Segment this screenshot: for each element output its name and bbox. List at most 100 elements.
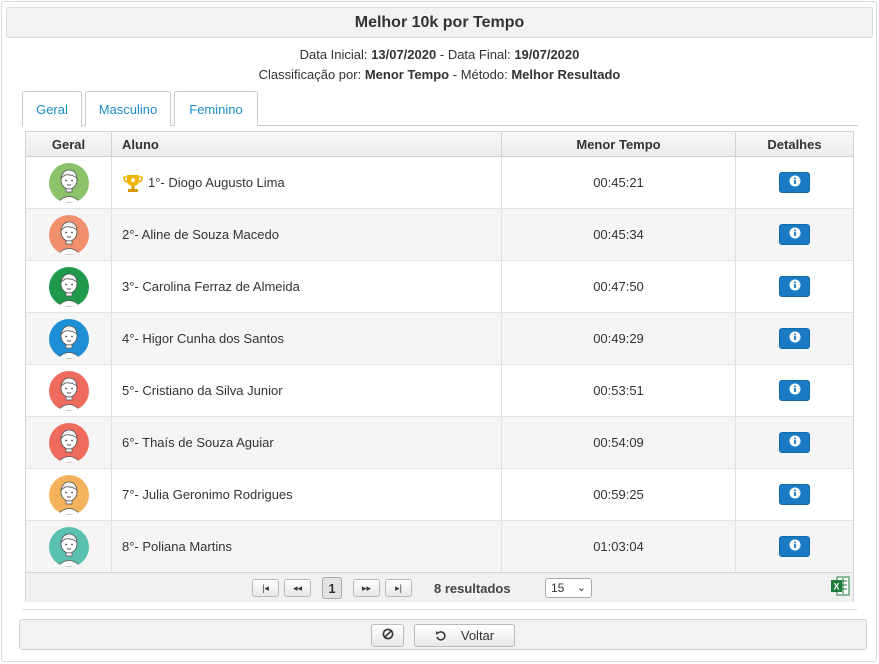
metodo-value: Melhor Resultado [511, 67, 621, 82]
menor-tempo-value: 00:45:34 [593, 227, 644, 242]
tempo-cell: 00:45:21 [502, 157, 736, 208]
details-button[interactable] [779, 172, 810, 193]
page-title: Melhor 10k por Tempo [6, 7, 873, 38]
geral-cell [26, 261, 112, 312]
menor-tempo-value: 00:59:25 [593, 487, 644, 502]
avatar [48, 474, 89, 515]
tempo-cell: 01:03:04 [502, 521, 736, 572]
geral-cell [26, 209, 112, 260]
table-header: Geral Aluno Menor Tempo Detalhes [26, 132, 853, 157]
avatar [48, 526, 89, 567]
detalhes-cell [736, 417, 853, 468]
footer-bar: Voltar [19, 619, 867, 650]
voltar-label: Voltar [460, 628, 495, 643]
current-page[interactable]: 1 [322, 577, 342, 599]
tempo-cell: 00:59:25 [502, 469, 736, 520]
date-range-info: Data Inicial: 13/07/2020 - Data Final: 1… [0, 47, 879, 62]
tab-geral[interactable]: Geral [22, 91, 82, 127]
excel-icon[interactable]: X [830, 576, 850, 599]
info-circle-icon [789, 435, 801, 450]
menor-tempo-value: 01:03:04 [593, 539, 644, 554]
ranking-table: Geral Aluno Menor Tempo Detalhes 1°- Dio… [25, 131, 854, 602]
menor-tempo-value: 00:49:29 [593, 331, 644, 346]
geral-cell [26, 365, 112, 416]
aluno-name: 7°- Julia Geronimo Rodrigues [122, 487, 293, 502]
geral-cell [26, 417, 112, 468]
detalhes-cell [736, 313, 853, 364]
detalhes-cell [736, 261, 853, 312]
tempo-cell: 00:53:51 [502, 365, 736, 416]
tempo-cell: 00:54:09 [502, 417, 736, 468]
tab-masculino[interactable]: Masculino [85, 91, 171, 126]
divider [22, 609, 857, 610]
table-row: 3°- Carolina Ferraz de Almeida 00:47:50 [26, 261, 853, 313]
details-button[interactable] [779, 536, 810, 557]
aluno-cell: 2°- Aline de Souza Macedo [112, 209, 502, 260]
geral-cell [26, 157, 112, 208]
chevron-down-icon: ⌄ [576, 582, 586, 594]
aluno-cell: 8°- Poliana Martins [112, 521, 502, 572]
avatar [48, 422, 89, 463]
details-button[interactable] [779, 276, 810, 297]
table-row: 2°- Aline de Souza Macedo 00:45:34 [26, 209, 853, 261]
detalhes-cell [736, 157, 853, 208]
last-page-button[interactable]: ▸| [385, 579, 412, 597]
aluno-name: 1°- Diogo Augusto Lima [148, 175, 285, 190]
tab-feminino[interactable]: Feminino [174, 91, 258, 126]
info-separator: - [439, 47, 445, 62]
avatar [48, 318, 89, 359]
info-circle-icon [789, 279, 801, 294]
avatar [48, 266, 89, 307]
aluno-cell: 5°- Cristiano da Silva Junior [112, 365, 502, 416]
details-button[interactable] [779, 432, 810, 453]
data-inicial-label: Data Inicial: [299, 47, 368, 62]
header-detalhes[interactable]: Detalhes [736, 132, 853, 156]
prev-page-button[interactable]: ◂◂ [284, 579, 311, 597]
cancel-button[interactable] [371, 624, 404, 647]
info-circle-icon [789, 383, 801, 398]
header-aluno[interactable]: Aluno [112, 132, 502, 156]
trophy-icon [122, 172, 144, 194]
page-size-select[interactable]: 15 ⌄ [545, 578, 592, 598]
table-row: 7°- Julia Geronimo Rodrigues 00:59:25 [26, 469, 853, 521]
info-separator-2: - [452, 67, 458, 82]
aluno-name: 8°- Poliana Martins [122, 539, 232, 554]
next-page-button[interactable]: ▸▸ [353, 579, 380, 597]
aluno-cell: 1°- Diogo Augusto Lima [112, 157, 502, 208]
metodo-label: Método: [460, 67, 508, 82]
detalhes-cell [736, 521, 853, 572]
table-row: 6°- Thaís de Souza Aguiar 00:54:09 [26, 417, 853, 469]
aluno-name: 4°- Higor Cunha dos Santos [122, 331, 285, 346]
undo-icon [435, 630, 447, 642]
data-inicial-value: 13/07/2020 [371, 47, 437, 62]
detalhes-cell [736, 209, 853, 260]
data-final-value: 19/07/2020 [514, 47, 580, 62]
avatar [48, 370, 89, 411]
pagination-bar: |◂ ◂◂ 1 ▸▸ ▸| 8 resultados 15 ⌄ X [26, 572, 853, 602]
classificacao-value: Menor Tempo [364, 67, 450, 82]
data-final-label: Data Final: [447, 47, 511, 62]
aluno-name: 6°- Thaís de Souza Aguiar [122, 435, 274, 450]
header-menor-tempo[interactable]: Menor Tempo [502, 132, 736, 156]
detalhes-cell [736, 469, 853, 520]
svg-text:X: X [833, 582, 839, 592]
geral-cell [26, 469, 112, 520]
menor-tempo-value: 00:54:09 [593, 435, 644, 450]
aluno-name: 2°- Aline de Souza Macedo [122, 227, 279, 242]
table-row: 4°- Higor Cunha dos Santos 00:49:29 [26, 313, 853, 365]
menor-tempo-value: 00:45:21 [593, 175, 644, 190]
details-button[interactable] [779, 380, 810, 401]
details-button[interactable] [779, 484, 810, 505]
info-circle-icon [789, 539, 801, 554]
info-circle-icon [789, 331, 801, 346]
details-button[interactable] [779, 328, 810, 349]
classification-info: Classificação por: Menor Tempo - Método:… [0, 67, 879, 82]
page-size-value: 15 [551, 581, 565, 595]
first-page-button[interactable]: |◂ [252, 579, 279, 597]
header-geral[interactable]: Geral [26, 132, 112, 156]
details-button[interactable] [779, 224, 810, 245]
aluno-cell: 7°- Julia Geronimo Rodrigues [112, 469, 502, 520]
voltar-button[interactable]: Voltar [414, 624, 515, 647]
menor-tempo-value: 00:47:50 [593, 279, 644, 294]
aluno-cell: 3°- Carolina Ferraz de Almeida [112, 261, 502, 312]
